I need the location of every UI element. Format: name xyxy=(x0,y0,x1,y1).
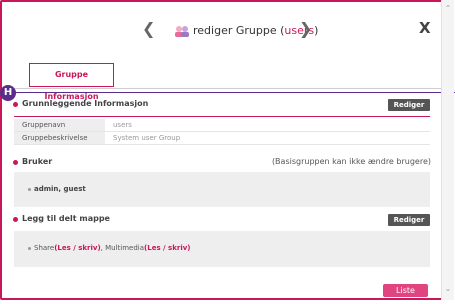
bullet-icon xyxy=(28,246,31,250)
section-title-basic: Grunnleggende Informasjon xyxy=(12,99,149,108)
scroll-down-icon[interactable]: ⌄ xyxy=(442,283,454,295)
edit-shares-button[interactable]: Rediger xyxy=(388,214,430,226)
row-value: System user Group xyxy=(105,131,430,145)
section-rule xyxy=(14,116,430,117)
previous-arrow-icon[interactable]: ❮ xyxy=(142,21,158,37)
help-badge[interactable]: H xyxy=(0,85,16,101)
user-list: admin, guest xyxy=(34,185,86,193)
table-row: Gruppebeskrivelse System user Group xyxy=(14,131,430,145)
title-prefix: rediger Gruppe ( xyxy=(193,24,285,37)
group-info-table: Gruppenavn users Gruppebeskrivelse Syste… xyxy=(14,119,430,145)
dialog-frame: ❮ rediger Gruppe (users) ❯ X Gruppe Info… xyxy=(0,0,449,300)
list-item: admin, guest xyxy=(28,185,86,193)
next-arrow-icon[interactable]: ❯ xyxy=(299,21,315,37)
dialog-titlebar: ❮ rediger Gruppe (users) ❯ X xyxy=(2,2,443,52)
list-button[interactable]: Liste xyxy=(383,284,428,297)
row-label: Gruppebeskrivelse xyxy=(14,131,105,145)
share-name: Multimedia xyxy=(105,244,145,252)
section-title-users: Bruker xyxy=(12,157,53,166)
close-button[interactable]: X xyxy=(419,19,431,37)
users-note: (Basisgruppen kan ikke ændre brugere) xyxy=(271,157,431,166)
vertical-scrollbar[interactable]: ⌃ ⌄ xyxy=(441,0,454,300)
users-box: admin, guest xyxy=(14,172,430,207)
bullet-icon xyxy=(28,187,31,191)
row-label: Gruppenavn xyxy=(14,119,105,132)
row-value: users xyxy=(105,119,430,132)
shares-box: Share(Les / skriv), Multimedia(Les / skr… xyxy=(14,231,430,267)
edit-basic-button[interactable]: Rediger xyxy=(388,99,430,111)
share-name: Share xyxy=(34,244,55,252)
tab-divider xyxy=(2,88,443,89)
group-icon xyxy=(175,25,189,37)
share-permission: Les / skriv xyxy=(57,244,98,252)
dialog-title: rediger Gruppe (users) xyxy=(174,20,318,40)
help-guide-line xyxy=(14,92,455,93)
list-item: Share(Les / skriv), Multimedia(Les / skr… xyxy=(28,244,190,252)
scroll-up-icon[interactable]: ⌃ xyxy=(442,3,454,15)
share-permission: Les / skriv xyxy=(147,244,188,252)
table-row: Gruppenavn users xyxy=(14,119,430,132)
section-title-shares: Legg til delt mappe xyxy=(13,214,110,223)
tab-group-information[interactable]: Gruppe Informasjon xyxy=(29,63,114,101)
